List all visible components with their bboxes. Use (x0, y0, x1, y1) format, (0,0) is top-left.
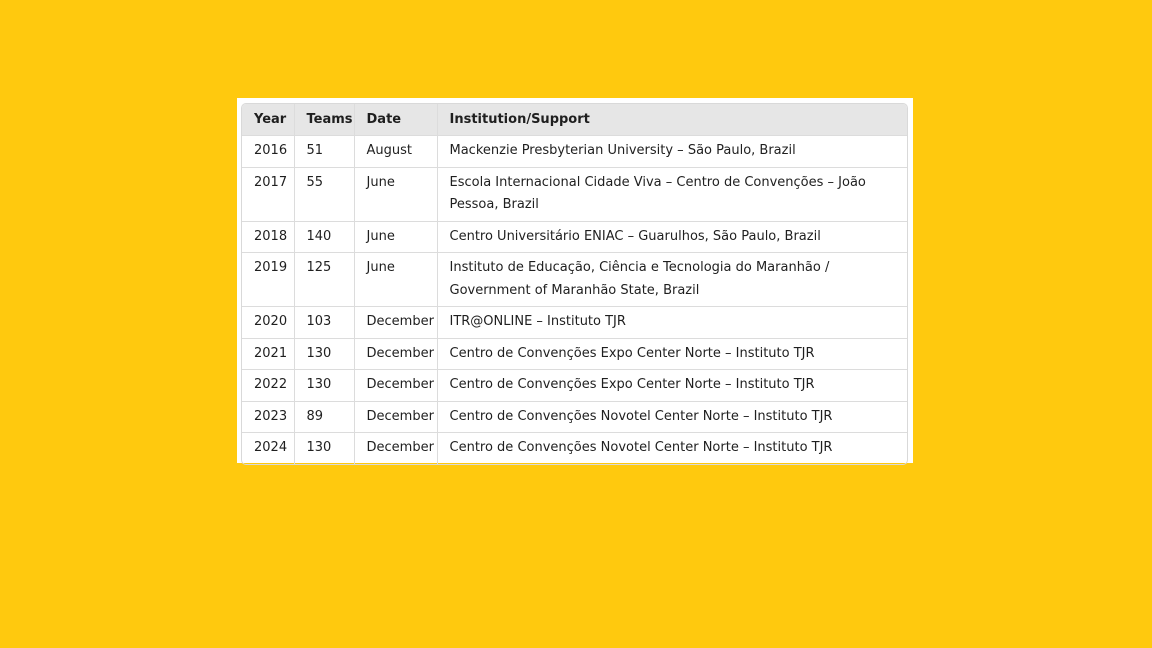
cell-date: August (353, 135, 437, 167)
table-row: 2021 130 December Centro de Convenções E… (242, 337, 907, 370)
cell-date: June (353, 166, 437, 221)
cell-institution: Centro de Convenções Novotel Center Nort… (436, 400, 907, 433)
table-row: 2016 51 August Mackenzie Presbyterian Un… (242, 135, 907, 167)
cell-teams: 130 (293, 432, 354, 464)
cell-institution: Instituto de Educação, Ciência e Tecnolo… (436, 252, 907, 307)
cell-teams: 89 (293, 400, 354, 433)
cell-institution: Centro de Convenções Novotel Center Nort… (436, 432, 907, 464)
table-row: 2017 55 June Escola Internacional Cidade… (242, 166, 907, 221)
events-table: Year Teams Date Institution/Support 2016… (242, 104, 907, 464)
cell-date: December (353, 337, 437, 370)
cell-teams: 140 (293, 220, 354, 253)
cell-date: December (353, 306, 437, 338)
table-header: Year Teams Date Institution/Support (242, 104, 907, 136)
cell-year: 2019 (242, 252, 294, 307)
table-row: 2019 125 June Instituto de Educação, Ciê… (242, 252, 907, 307)
cell-institution: Centro de Convenções Expo Center Norte –… (436, 337, 907, 370)
cell-teams: 130 (293, 337, 354, 370)
column-header-teams: Teams (293, 104, 354, 136)
cell-date: June (353, 220, 437, 253)
table-row: 2023 89 December Centro de Convenções No… (242, 400, 907, 433)
cell-year: 2018 (242, 220, 294, 253)
table-row: 2020 103 December ITR@ONLINE – Instituto… (242, 306, 907, 338)
cell-institution: Escola Internacional Cidade Viva – Centr… (436, 166, 907, 221)
cell-date: December (353, 369, 437, 401)
column-header-date: Date (353, 104, 437, 136)
cell-year: 2023 (242, 400, 294, 433)
cell-year: 2017 (242, 166, 294, 221)
cell-institution: Centro de Convenções Expo Center Norte –… (436, 369, 907, 401)
table-row: 2024 130 December Centro de Convenções N… (242, 432, 907, 464)
cell-teams: 51 (293, 135, 354, 167)
table-row: 2022 130 December Centro de Convenções E… (242, 369, 907, 401)
cell-date: December (353, 400, 437, 433)
column-header-institution: Institution/Support (436, 104, 907, 136)
cell-year: 2024 (242, 432, 294, 464)
cell-year: 2021 (242, 337, 294, 370)
table-container: Year Teams Date Institution/Support 2016… (241, 103, 908, 465)
cell-teams: 103 (293, 306, 354, 338)
cell-year: 2022 (242, 369, 294, 401)
cell-date: December (353, 432, 437, 464)
cell-date: June (353, 252, 437, 307)
cell-year: 2020 (242, 306, 294, 338)
cell-teams: 130 (293, 369, 354, 401)
cell-year: 2016 (242, 135, 294, 167)
header-row: Year Teams Date Institution/Support (242, 104, 907, 136)
cell-institution: Mackenzie Presbyterian University – São … (436, 135, 907, 167)
table-card: Year Teams Date Institution/Support 2016… (237, 98, 913, 465)
cell-teams: 125 (293, 252, 354, 307)
cell-teams: 55 (293, 166, 354, 221)
table-body: 2016 51 August Mackenzie Presbyterian Un… (242, 135, 907, 464)
column-header-year: Year (242, 104, 294, 136)
table-row: 2018 140 June Centro Universitário ENIAC… (242, 220, 907, 253)
cell-institution: ITR@ONLINE – Instituto TJR (436, 306, 907, 338)
cell-institution: Centro Universitário ENIAC – Guarulhos, … (436, 220, 907, 253)
